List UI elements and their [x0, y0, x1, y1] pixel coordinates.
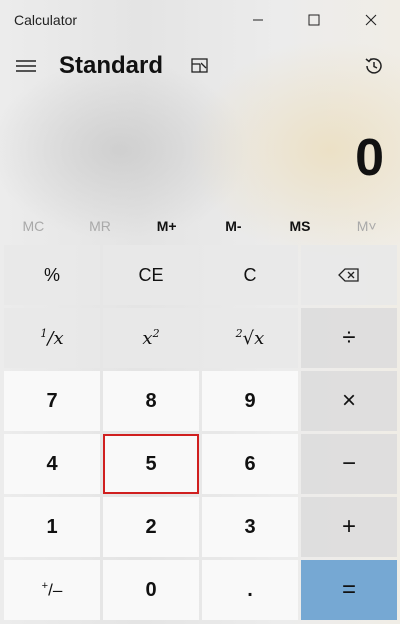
maximize-button[interactable]	[290, 0, 338, 40]
memory-clear-button[interactable]: MC	[0, 208, 67, 244]
clear-button[interactable]: C	[202, 245, 298, 305]
clear-entry-button[interactable]: CE	[103, 245, 199, 305]
square-root-label: 2√x	[235, 327, 265, 349]
reciprocal-button[interactable]: 1/x	[4, 308, 100, 368]
multiply-button[interactable]: ×	[301, 371, 397, 431]
digit-6-button[interactable]: 6	[202, 434, 298, 494]
digit-5-button[interactable]: 5	[103, 434, 199, 494]
keep-on-top-button[interactable]	[184, 50, 216, 82]
memory-add-button[interactable]: M+	[133, 208, 200, 244]
mode-title: Standard	[59, 52, 164, 79]
close-button[interactable]	[347, 0, 395, 40]
app-title: Calculator	[14, 12, 78, 28]
equals-button[interactable]: =	[301, 560, 397, 620]
digit-0-button[interactable]: 0	[103, 560, 199, 620]
digit-2-button[interactable]: 2	[103, 497, 199, 557]
digit-8-button[interactable]: 8	[103, 371, 199, 431]
decimal-button[interactable]: .	[202, 560, 298, 620]
reciprocal-label: 1/x	[40, 327, 64, 349]
negate-label: +/–	[41, 579, 63, 600]
percent-button[interactable]: %	[4, 245, 100, 305]
keypad: % CE C 1/x x2 2√x ÷ 7 8 9 × 4 5 6 − 1 2 …	[4, 245, 397, 621]
backspace-icon	[338, 268, 359, 282]
digit-3-button[interactable]: 3	[202, 497, 298, 557]
divide-button[interactable]: ÷	[301, 308, 397, 368]
negate-button[interactable]: +/–	[4, 560, 100, 620]
subtract-button[interactable]: −	[301, 434, 397, 494]
app-header: Standard	[0, 40, 400, 90]
digit-7-button[interactable]: 7	[4, 371, 100, 431]
history-button[interactable]	[358, 50, 390, 82]
digit-1-button[interactable]: 1	[4, 497, 100, 557]
minimize-icon	[253, 19, 263, 21]
title-bar[interactable]: Calculator	[0, 0, 400, 40]
calculator-window: Calculator Standard 0 MC MR M+ M- MS M˅ …	[0, 0, 400, 624]
navigation-menu-button[interactable]	[8, 48, 44, 84]
digit-9-button[interactable]: 9	[202, 371, 298, 431]
backspace-button[interactable]	[301, 245, 397, 305]
hamburger-icon	[16, 60, 36, 72]
minimize-button[interactable]	[234, 0, 282, 40]
add-button[interactable]: +	[301, 497, 397, 557]
square-button[interactable]: x2	[103, 308, 199, 368]
memory-subtract-button[interactable]: M-	[200, 208, 267, 244]
square-label: x2	[142, 327, 160, 349]
memory-recall-button[interactable]: MR	[67, 208, 134, 244]
result-display: 0	[355, 129, 384, 187]
history-icon	[365, 58, 382, 74]
memory-store-button[interactable]: MS	[267, 208, 334, 244]
digit-4-button[interactable]: 4	[4, 434, 100, 494]
memory-list-button[interactable]: M˅	[333, 208, 400, 244]
square-root-button[interactable]: 2√x	[202, 308, 298, 368]
maximize-icon	[308, 14, 320, 26]
keep-on-top-icon	[191, 58, 208, 73]
close-icon	[365, 14, 377, 26]
memory-row: MC MR M+ M- MS M˅	[0, 208, 400, 244]
